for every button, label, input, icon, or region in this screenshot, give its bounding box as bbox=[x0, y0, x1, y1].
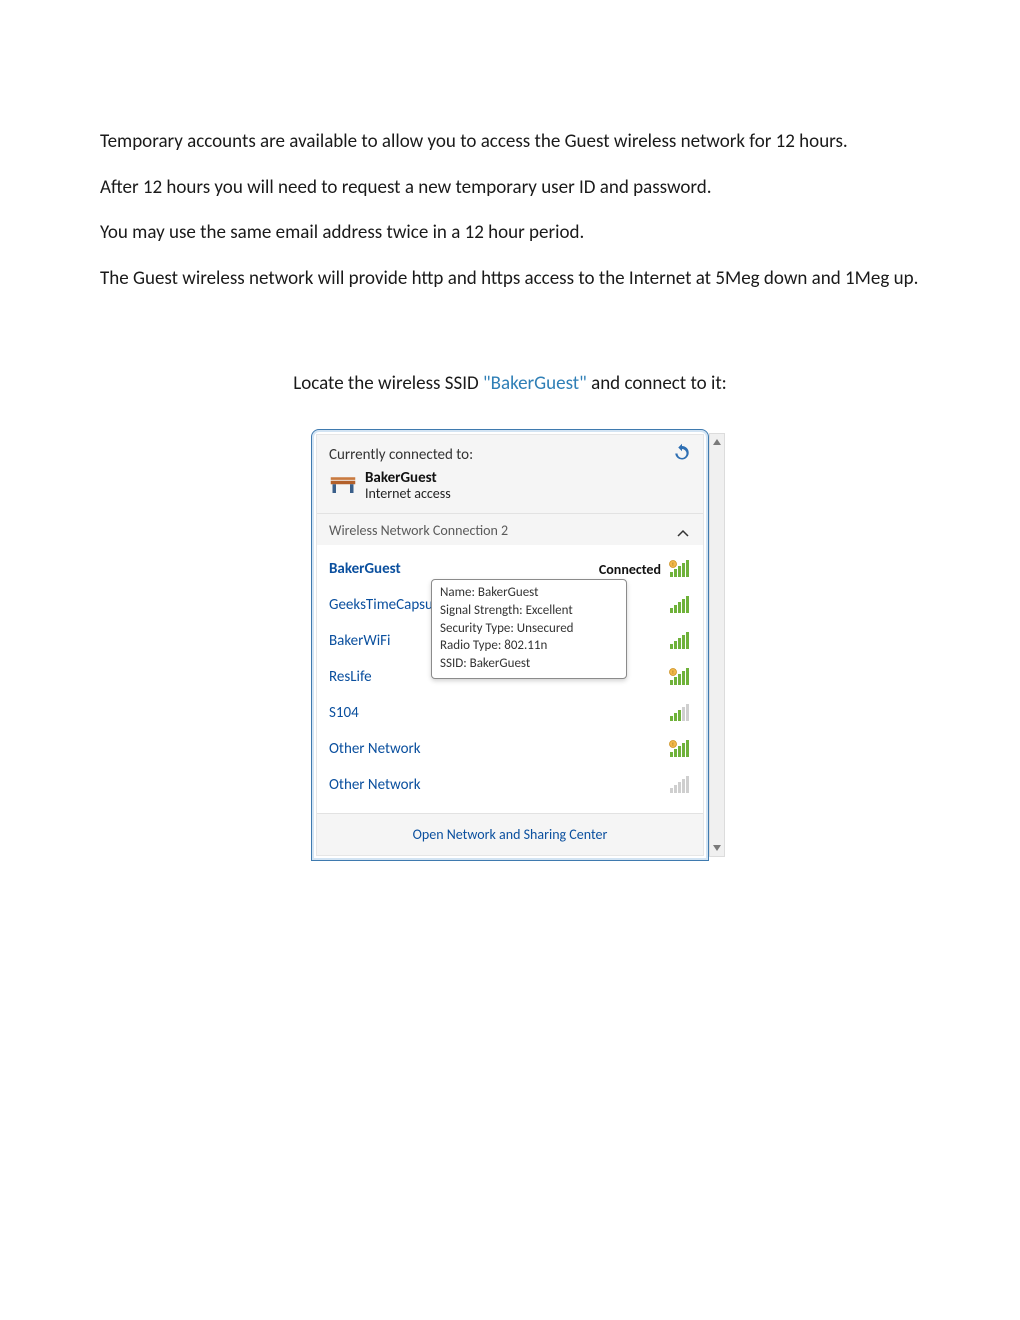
ssid-highlight: "BakerGuest" bbox=[483, 372, 587, 395]
current-connection-name: BakerGuest bbox=[365, 470, 451, 487]
signal-icon: ! bbox=[669, 740, 691, 758]
doc-paragraph: You may use the same email address twice… bbox=[100, 220, 920, 246]
network-tooltip: Name: BakerGuest Signal Strength: Excell… bbox=[431, 579, 627, 679]
network-item-s104[interactable]: S104 bbox=[327, 695, 693, 731]
doc-paragraph: Temporary accounts are available to allo… bbox=[100, 129, 920, 155]
tooltip-line: Name: BakerGuest bbox=[440, 584, 618, 602]
network-name: BakerWiFi bbox=[329, 632, 391, 650]
tooltip-line: SSID: BakerGuest bbox=[440, 655, 618, 673]
signal-icon: ! bbox=[669, 560, 691, 578]
network-name: S104 bbox=[329, 704, 359, 722]
scroll-up-icon[interactable] bbox=[710, 434, 724, 450]
scrollbar[interactable] bbox=[709, 433, 725, 858]
network-name: GeeksTimeCapsule bbox=[329, 596, 444, 614]
instruction-pre: Locate the wireless SSID bbox=[293, 372, 483, 395]
scroll-down-icon[interactable] bbox=[710, 840, 724, 856]
network-name: ResLife bbox=[329, 668, 372, 686]
adapter-label: Wireless Network Connection 2 bbox=[329, 522, 508, 539]
doc-paragraph: After 12 hours you will need to request … bbox=[100, 175, 920, 201]
adapter-header[interactable]: Wireless Network Connection 2 bbox=[317, 514, 703, 545]
refresh-icon[interactable] bbox=[673, 443, 691, 461]
flyout-header: Currently connected to: bbox=[317, 435, 703, 514]
signal-icon bbox=[669, 776, 691, 794]
network-flyout: Currently connected to: bbox=[311, 429, 709, 862]
tooltip-line: Signal Strength: Excellent bbox=[440, 602, 618, 620]
instruction-post: and connect to it: bbox=[587, 372, 727, 395]
signal-icon bbox=[669, 596, 691, 614]
network-item-other-2[interactable]: Other Network bbox=[327, 767, 693, 803]
network-name: Other Network bbox=[329, 776, 421, 794]
tooltip-line: Security Type: Unsecured bbox=[440, 620, 618, 638]
scroll-track[interactable] bbox=[710, 450, 724, 841]
doc-paragraph: The Guest wireless network will provide … bbox=[100, 266, 920, 292]
signal-icon bbox=[669, 632, 691, 650]
tooltip-line: Radio Type: 802.11n bbox=[440, 637, 618, 655]
network-name: BakerGuest bbox=[329, 560, 401, 578]
network-status: Connected bbox=[599, 561, 661, 578]
signal-icon: ! bbox=[669, 668, 691, 686]
header-title: Currently connected to: bbox=[329, 446, 473, 464]
network-name: Other Network bbox=[329, 740, 421, 758]
network-item-other-1[interactable]: Other Network ! bbox=[327, 731, 693, 767]
open-network-center-link[interactable]: Open Network and Sharing Center bbox=[317, 814, 703, 855]
bench-icon bbox=[329, 474, 357, 498]
signal-icon bbox=[669, 704, 691, 722]
current-connection-status: Internet access bbox=[365, 486, 451, 501]
chevron-up-icon bbox=[677, 524, 689, 541]
network-list: BakerGuest Connected ! G bbox=[317, 545, 703, 813]
instruction-line: Locate the wireless SSID "BakerGuest" an… bbox=[100, 372, 920, 395]
